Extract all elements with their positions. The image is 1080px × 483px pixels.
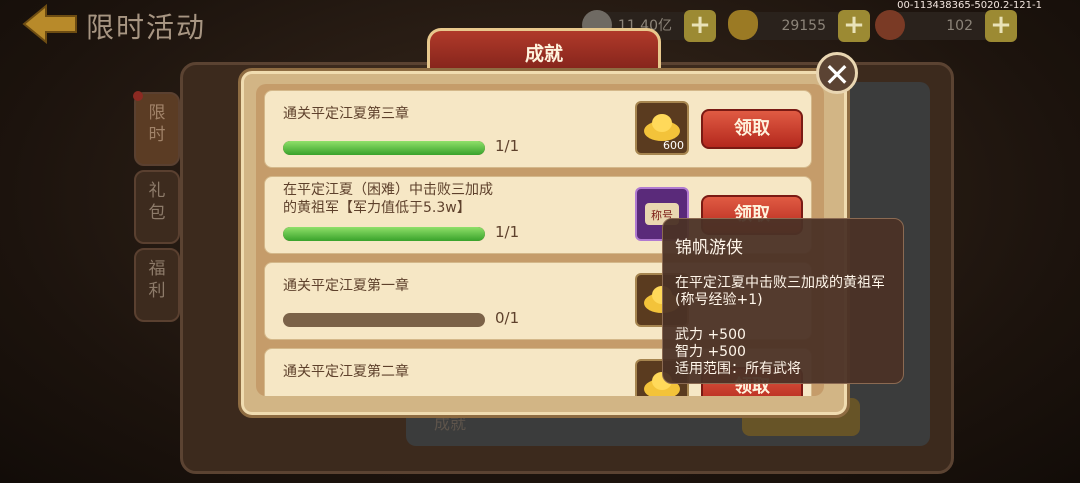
- tooltip-stat: 智力 +500: [675, 344, 746, 360]
- tooltip-description: 在平定江夏中击败三加成的黄祖军(称号经验+1): [675, 275, 885, 308]
- progress-bar: [283, 313, 485, 327]
- progress-bar: [283, 227, 485, 241]
- progress-fill: [283, 141, 485, 155]
- tab-limited-label: 限 时: [148, 103, 166, 145]
- reward-tooltip: 锦帆游侠 在平定江夏中击败三加成的黄祖军(称号经验+1) 武力 +500 智力 …: [662, 218, 904, 384]
- progress-text: 1/1: [495, 223, 520, 241]
- add-stamina-button[interactable]: +: [985, 10, 1017, 42]
- task-title: 在平定江夏（困难）中击败三加成 的黄祖军【军力值低于5.3w】: [283, 182, 493, 216]
- task-title: 通关平定江夏第三章: [283, 106, 409, 122]
- progress-fill: [283, 227, 485, 241]
- tab-gift-label: 礼 包: [148, 181, 166, 223]
- page-title: 限时活动: [86, 11, 207, 44]
- stamina-value: 102: [946, 18, 973, 34]
- claim-button[interactable]: 领取: [701, 109, 803, 149]
- close-icon[interactable]: ✕: [816, 52, 858, 94]
- tab-welfare-label: 福 利: [148, 259, 166, 301]
- stamina-resource: 102 +: [875, 10, 1017, 42]
- modal-title: 成就: [524, 43, 563, 65]
- reward-quantity: 600: [663, 139, 684, 152]
- tooltip-stat: 武力 +500: [675, 327, 746, 343]
- progress-text: 1/1: [495, 137, 520, 155]
- task-row: 通关平定江夏第三章 1/1 600 领取: [264, 90, 812, 168]
- progress-text: 0/1: [495, 309, 520, 327]
- tooltip-stat: 适用范围：所有武将: [675, 361, 801, 377]
- add-gold-button[interactable]: +: [838, 10, 870, 42]
- tooltip-title: 锦帆游侠: [675, 238, 743, 258]
- tab-welfare[interactable]: 福 利: [134, 248, 180, 322]
- task-title: 通关平定江夏第二章: [283, 364, 409, 380]
- back-arrow-icon[interactable]: [22, 3, 80, 45]
- add-coin-button[interactable]: +: [684, 10, 716, 42]
- task-title: 通关平定江夏第一章: [283, 278, 409, 294]
- stamina-icon: [875, 10, 905, 40]
- progress-bar: [283, 141, 485, 155]
- gold-resource: 29155 +: [728, 10, 870, 42]
- reward-slot[interactable]: 600: [635, 101, 689, 155]
- notification-dot: [133, 91, 143, 101]
- gold-ingot-icon: [728, 10, 758, 40]
- gold-value: 29155: [781, 18, 826, 34]
- build-id: 00-113438365-5020.2-121-1: [897, 0, 1042, 11]
- tab-limited[interactable]: 限 时: [133, 91, 180, 166]
- tab-gift[interactable]: 礼 包: [134, 170, 180, 244]
